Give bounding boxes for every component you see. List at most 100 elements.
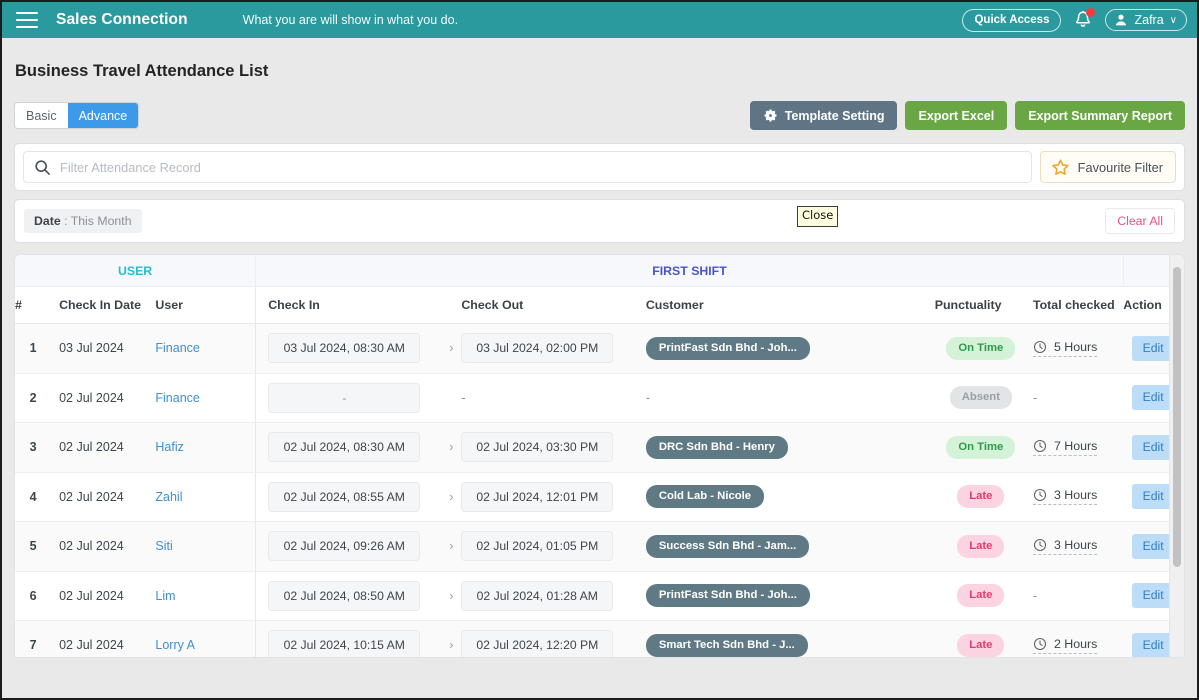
cell-total-checked[interactable]: 3 Hours — [1032, 538, 1098, 555]
clock-icon — [1033, 340, 1047, 353]
cell-punctuality-badge: Late — [957, 584, 1005, 608]
cell-customer-pill[interactable]: PrintFast Sdn Bhd - Joh... — [645, 584, 810, 608]
top-navbar: Sales Connection What you are will show … — [2, 2, 1197, 38]
favourite-filter-button[interactable]: Favourite Filter — [1039, 151, 1176, 183]
cell-total-checked[interactable]: 5 Hours — [1032, 340, 1098, 357]
template-setting-button[interactable]: Template Setting — [749, 101, 898, 130]
cell-check-in-time[interactable]: 03 Jul 2024, 08:30 AM — [268, 333, 421, 364]
cell-check-in-time[interactable]: 02 Jul 2024, 09:26 AM — [268, 531, 421, 562]
filter-chip-label: Date — [34, 214, 61, 228]
toolbar-actions: Template Setting Export Excel Export Sum… — [749, 101, 1185, 130]
clear-all-button[interactable]: Clear All — [1105, 208, 1175, 234]
cell-check-in-date: 02 Jul 2024 — [51, 521, 148, 572]
col-header-customer: Customer — [633, 286, 935, 324]
topbar-right-group: Quick Access Zafra ∨ — [962, 8, 1187, 32]
cell-row-number: 2 — [15, 373, 52, 423]
cell-punctuality-badge: On Time — [946, 336, 1016, 360]
quick-access-button[interactable]: Quick Access — [962, 8, 1062, 32]
cell-row-number: 4 — [15, 472, 52, 522]
table-column-header-row: # Check In Date User Check In Check Out … — [15, 286, 1184, 324]
cell-check-in-date: 02 Jul 2024 — [51, 422, 148, 473]
chevron-down-icon: ∨ — [1169, 14, 1177, 26]
table-row: 1 03 Jul 2024 Finance 03 Jul 2024, 08:30 AM… — [15, 323, 1184, 374]
clock-icon — [1033, 439, 1047, 452]
close-tooltip: Close — [797, 206, 839, 227]
table-group-header-row: USER FIRST SHIFT — [15, 255, 1184, 287]
cell-check-out-time[interactable]: 02 Jul 2024, 12:20 PM — [461, 630, 614, 657]
page-content: Business Travel Attendance List Basic Ad… — [2, 38, 1197, 658]
tab-advance[interactable]: Advance — [67, 103, 139, 128]
applied-filters-panel: Date : This Month Clear All — [14, 199, 1185, 243]
cell-check-out-time[interactable]: 02 Jul 2024, 03:30 PM — [461, 432, 614, 463]
search-box[interactable] — [23, 151, 1032, 183]
cell-user-link[interactable]: Zahil — [155, 490, 182, 504]
cell-row-number: 5 — [15, 521, 52, 572]
cell-arrow-icon — [441, 373, 462, 423]
cell-arrow-icon: › — [441, 472, 462, 522]
clock-icon — [1033, 538, 1047, 551]
tab-basic[interactable]: Basic — [15, 103, 68, 128]
attendance-table-body: 1 03 Jul 2024 Finance 03 Jul 2024, 08:30 AM… — [15, 323, 1184, 657]
search-input[interactable] — [60, 159, 1021, 175]
table-vertical-scrollbar[interactable] — [1169, 255, 1184, 657]
table-scrollbar-thumb[interactable] — [1173, 267, 1181, 567]
cell-punctuality-badge: Late — [957, 633, 1005, 657]
cell-user-link[interactable]: Finance — [155, 391, 199, 405]
cell-punctuality-badge: Absent — [949, 386, 1012, 410]
toolbar-row: Basic Advance Template Setting Export Ex… — [14, 101, 1185, 130]
menu-hamburger-icon[interactable] — [16, 12, 38, 28]
cell-total-checked[interactable]: 7 Hours — [1032, 439, 1098, 456]
search-icon — [35, 159, 50, 175]
col-header-punctuality: Punctuality — [934, 286, 1027, 324]
cell-check-in-time[interactable]: 02 Jul 2024, 10:15 AM — [268, 630, 421, 657]
cell-check-in-time[interactable]: - — [268, 382, 421, 413]
cell-check-in-date: 02 Jul 2024 — [51, 620, 148, 657]
cell-punctuality-badge: Late — [957, 534, 1005, 558]
filter-chip-value: This Month — [70, 214, 132, 228]
cell-check-out-time[interactable]: 02 Jul 2024, 01:28 AM — [461, 580, 614, 611]
col-header-check-in: Check In — [255, 286, 442, 324]
export-summary-report-button[interactable]: Export Summary Report — [1015, 101, 1185, 130]
cell-check-out-time[interactable]: 02 Jul 2024, 12:01 PM — [461, 481, 614, 512]
cell-total-checked[interactable]: 3 Hours — [1032, 488, 1098, 506]
cell-check-out-time[interactable]: 03 Jul 2024, 02:00 PM — [461, 333, 614, 364]
cell-customer-pill[interactable]: Cold Lab - Nicole — [645, 485, 765, 509]
group-header-user: USER — [15, 255, 257, 287]
cell-arrow-icon: › — [441, 620, 462, 657]
cell-user-link[interactable]: Finance — [155, 341, 199, 355]
cell-check-in-date: 02 Jul 2024 — [51, 472, 148, 522]
cell-arrow-icon: › — [441, 323, 462, 374]
filter-chip-date[interactable]: Date : This Month — [24, 209, 142, 233]
cell-check-in-time[interactable]: 02 Jul 2024, 08:50 AM — [268, 580, 421, 611]
cell-user-link[interactable]: Lorry A — [155, 638, 195, 652]
cell-customer-pill[interactable]: Smart Tech Sdn Bhd - J... — [645, 633, 808, 657]
notifications-bell-icon[interactable] — [1073, 8, 1096, 31]
col-header-total-checked: Total checked — [1026, 286, 1124, 324]
cell-check-in-time[interactable]: 02 Jul 2024, 08:30 AM — [268, 432, 421, 463]
user-name-label: Zafra — [1134, 13, 1164, 27]
cell-check-out-time[interactable]: 02 Jul 2024, 01:05 PM — [461, 531, 614, 562]
cell-total-checked[interactable]: 2 Hours — [1032, 637, 1098, 654]
cell-check-in-date: 02 Jul 2024 — [51, 373, 148, 423]
cell-customer-pill[interactable]: Success Sdn Bhd - Jam... — [645, 534, 810, 558]
cell-check-in-date: 03 Jul 2024 — [51, 323, 148, 374]
cell-arrow-icon: › — [441, 521, 462, 572]
clock-icon — [1033, 489, 1047, 502]
export-excel-button[interactable]: Export Excel — [905, 101, 1008, 130]
cell-user-link[interactable]: Siti — [155, 539, 172, 553]
brand-title: Sales Connection — [56, 11, 188, 28]
cell-customer-pill[interactable]: DRC Sdn Bhd - Henry — [645, 435, 788, 459]
page-title: Business Travel Attendance List — [15, 62, 269, 80]
cell-row-number: 3 — [15, 422, 52, 473]
cell-customer-pill[interactable]: PrintFast Sdn Bhd - Joh... — [645, 336, 810, 360]
favourite-filter-label: Favourite Filter — [1077, 159, 1163, 175]
cell-user-link[interactable]: Hafiz — [155, 440, 183, 454]
user-menu[interactable]: Zafra ∨ — [1105, 9, 1187, 31]
table-row: 5 02 Jul 2024 Siti 02 Jul 2024, 09:26 AM › 02… — [15, 521, 1184, 572]
user-avatar-icon — [1116, 14, 1127, 26]
cell-check-in-time[interactable]: 02 Jul 2024, 08:55 AM — [268, 481, 421, 512]
cell-row-number: 6 — [15, 571, 52, 621]
cell-user-link[interactable]: Lim — [155, 589, 175, 603]
cell-customer-pill: - — [645, 390, 650, 405]
cell-arrow-icon: › — [441, 422, 462, 473]
